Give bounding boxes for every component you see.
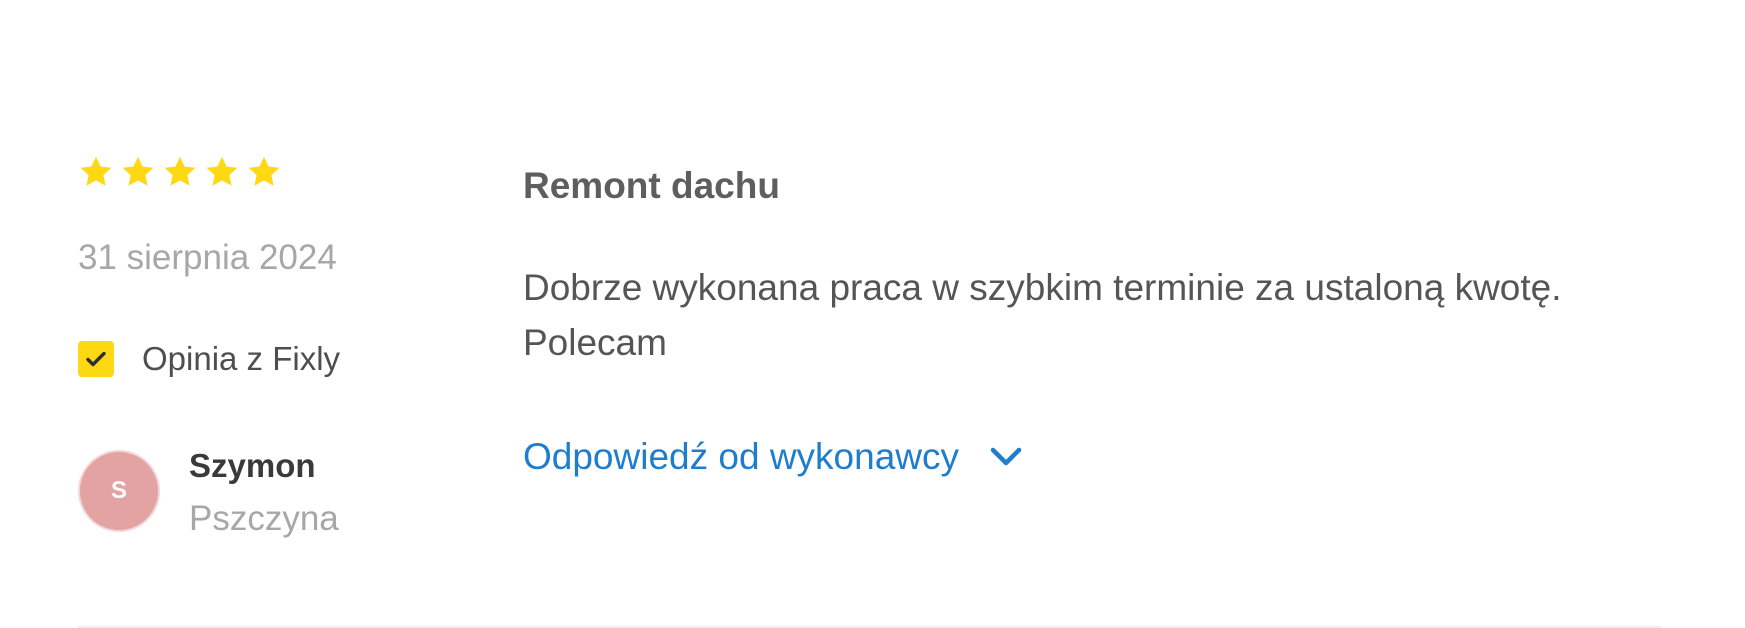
check-icon: [78, 341, 114, 377]
fixly-verified-badge: Opinia z Fixly: [78, 340, 340, 378]
job-title: Remont dachu: [523, 165, 780, 206]
review-text: Dobrze wykonana praca w szybkim terminie…: [523, 267, 1562, 363]
contractor-reply-toggle[interactable]: Odpowiedź od wykonawcy: [523, 434, 1023, 480]
review-card: 31 sierpnia 2024 Opinia z Fixly S Szymon…: [78, 0, 1661, 628]
star-icon: [204, 154, 240, 190]
star-icon: [162, 154, 198, 190]
avatar: S: [78, 450, 160, 532]
review-meta: 31 sierpnia 2024 Opinia z Fixly S Szymon…: [78, 0, 458, 628]
author-name: Szymon: [189, 447, 316, 484]
chevron-down-icon[interactable]: [989, 446, 1023, 468]
star-rating: [78, 154, 282, 190]
star-icon: [120, 154, 156, 190]
fixly-verified-label: Opinia z Fixly: [142, 340, 341, 377]
review-content: Remont dachu Dobrze wykonana praca w szy…: [523, 0, 1661, 628]
author-city: Pszczyna: [189, 499, 339, 538]
star-icon: [78, 154, 114, 190]
contractor-reply-label[interactable]: Odpowiedź od wykonawcy: [523, 434, 959, 480]
review-date: 31 sierpnia 2024: [78, 238, 337, 277]
star-icon: [246, 154, 282, 190]
